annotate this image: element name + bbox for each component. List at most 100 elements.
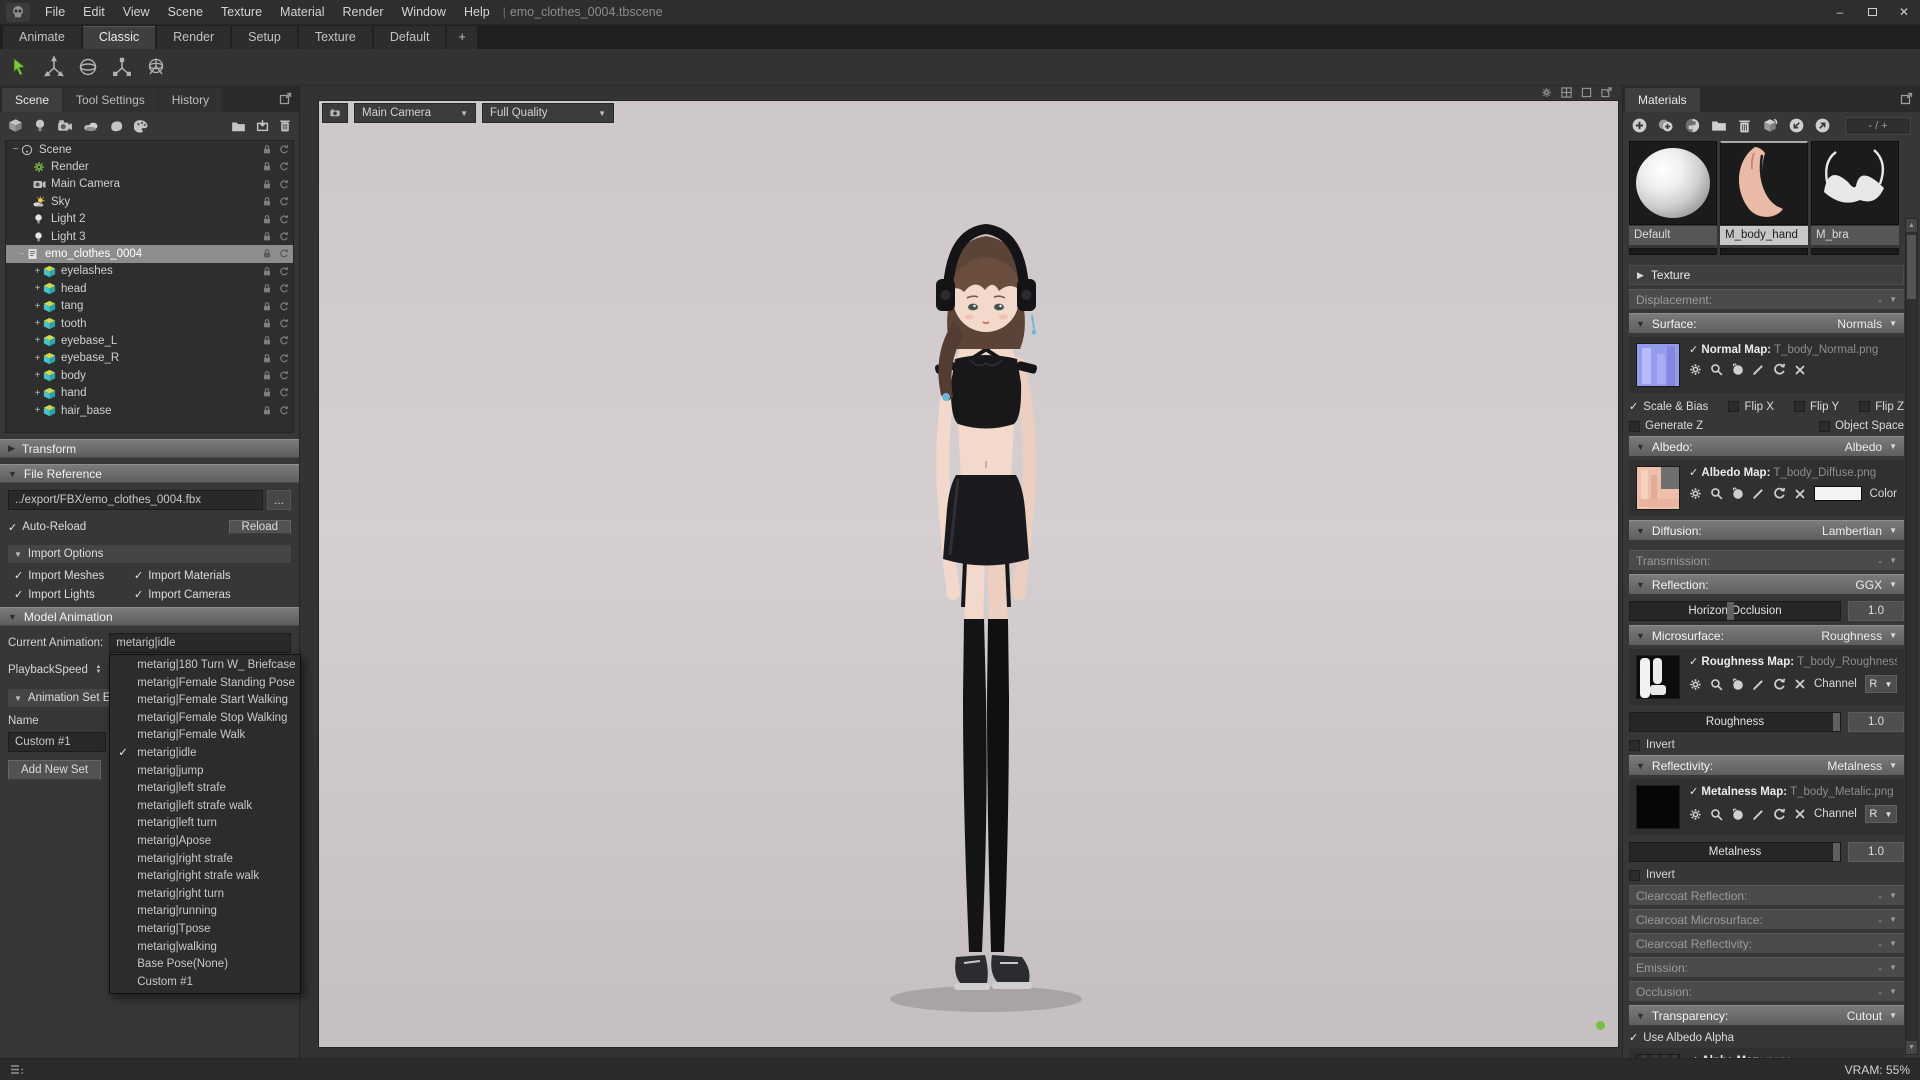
tree-item-render[interactable]: Render	[6, 158, 293, 175]
surface-mode-select[interactable]: Normals ▼	[1837, 317, 1897, 331]
map-reload-icon[interactable]	[1773, 678, 1786, 691]
tab-tool-settings[interactable]: Tool Settings	[63, 88, 158, 112]
import-lights-checkbox[interactable]: ✓ Import Lights	[14, 588, 134, 602]
albedo-mode-select[interactable]: Albedo ▼	[1845, 440, 1897, 454]
diffusion-mode-select[interactable]: Lambertian ▼	[1822, 524, 1897, 538]
add-shadow-catcher-icon[interactable]	[109, 119, 124, 133]
reflection-mode-select[interactable]: GGX ▼	[1855, 578, 1897, 592]
transparency-mode-select[interactable]: Cutout ▼	[1847, 1009, 1897, 1023]
reset-icon[interactable]	[279, 144, 289, 155]
menu-help[interactable]: Help	[455, 0, 499, 25]
animation-option[interactable]: metarig|Female Start Walking	[110, 692, 300, 710]
reset-icon[interactable]	[279, 353, 289, 364]
metalness-channel-select[interactable]: R ▼	[1864, 805, 1897, 823]
delete-icon[interactable]	[279, 119, 291, 132]
lock-icon[interactable]	[262, 318, 272, 329]
lock-icon[interactable]	[262, 353, 272, 364]
map-clear-icon[interactable]	[1794, 488, 1806, 500]
lock-icon[interactable]	[262, 231, 272, 242]
map-reload-icon[interactable]	[1773, 808, 1786, 821]
lock-icon[interactable]	[262, 335, 272, 346]
reload-button[interactable]: Reload	[228, 520, 291, 534]
microsurface-section-header[interactable]: ▼ Microsurface: Roughness ▼	[1629, 625, 1904, 645]
fbx-path-input[interactable]: ../export/FBX/emo_clothes_0004.fbx	[8, 490, 263, 510]
animation-option[interactable]: metarig|180 Turn W_ Briefcase	[110, 657, 300, 675]
map-search-icon[interactable]	[1710, 678, 1723, 691]
maximize-button[interactable]	[1856, 0, 1888, 25]
load-material-icon[interactable]	[1789, 118, 1804, 133]
occlusion-section-header[interactable]: Occlusion: - ▼	[1629, 981, 1904, 1001]
animation-option-selected[interactable]: ✓ metarig|idle	[110, 745, 300, 763]
tab-add-button[interactable]: +	[447, 26, 477, 49]
reset-icon[interactable]	[279, 370, 289, 381]
checker-material-icon[interactable]	[1685, 118, 1700, 133]
add-light-icon[interactable]	[33, 118, 47, 133]
clearcoat-microsurface-section-header[interactable]: Clearcoat Microsurface: - ▼	[1629, 909, 1904, 929]
reset-icon[interactable]	[279, 301, 289, 312]
tab-texture[interactable]: Texture	[298, 26, 372, 49]
tree-item-hair-base[interactable]: + hair_base	[6, 402, 293, 419]
viewport-settings-icon[interactable]	[1541, 87, 1552, 99]
status-menu-icon[interactable]	[10, 1064, 24, 1075]
lock-icon[interactable]	[262, 196, 272, 207]
map-edit-icon[interactable]	[1752, 678, 1765, 691]
scrollbar-thumb[interactable]	[1907, 235, 1916, 299]
tree-item-eyelashes[interactable]: + eyelashes	[6, 263, 293, 280]
minimize-button[interactable]: –	[1824, 0, 1856, 25]
map-settings-icon[interactable]	[1689, 808, 1702, 821]
roughness-slider[interactable]: Roughness	[1629, 712, 1841, 732]
add-mesh-icon[interactable]	[8, 118, 23, 133]
import-options-header[interactable]: ▼ Import Options	[8, 545, 291, 563]
tree-item-tang[interactable]: + tang	[6, 298, 293, 315]
flip-x-checkbox[interactable]: Flip X	[1728, 400, 1774, 413]
albedo-color-swatch[interactable]	[1814, 486, 1862, 501]
tree-item-hand[interactable]: + hand	[6, 384, 293, 401]
tree-item-body[interactable]: + body	[6, 367, 293, 384]
metalness-slider[interactable]: Metalness	[1629, 842, 1841, 862]
material-thumb-default[interactable]: Default	[1629, 141, 1717, 245]
reset-icon[interactable]	[279, 283, 289, 294]
object-space-checkbox[interactable]: Object Space	[1818, 420, 1904, 432]
reset-icon[interactable]	[279, 335, 289, 346]
map-settings-icon[interactable]	[1689, 487, 1702, 500]
reset-icon[interactable]	[279, 179, 289, 190]
file-reference-section-header[interactable]: ▼ File Reference	[0, 464, 299, 483]
tree-item-head[interactable]: + head	[6, 280, 293, 297]
horizon-occlusion-value[interactable]: 1.0	[1848, 601, 1904, 621]
menu-render[interactable]: Render	[334, 0, 393, 25]
texture-section-header[interactable]: ▶ Texture	[1629, 265, 1904, 285]
viewport-screenshot-icon[interactable]	[322, 103, 348, 123]
animation-option[interactable]: Base Pose(None)	[110, 956, 300, 974]
reset-icon[interactable]	[279, 248, 289, 259]
tree-item-emo-clothes-0004[interactable]: − emo_clothes_0004	[6, 245, 293, 263]
panel-popout-icon[interactable]	[279, 92, 292, 105]
material-counter[interactable]: - / +	[1845, 116, 1911, 135]
materials-scrollbar[interactable]: ▲ ▼	[1905, 218, 1918, 1055]
current-animation-select[interactable]: metarig|idle	[109, 633, 291, 653]
tree-item-scene-root[interactable]: − Scene	[6, 141, 293, 158]
metalness-map-thumbnail[interactable]	[1636, 785, 1680, 829]
lock-icon[interactable]	[262, 387, 272, 398]
map-settings-icon[interactable]	[1689, 363, 1702, 376]
map-reload-icon[interactable]	[1773, 487, 1786, 500]
tab-history[interactable]: History	[158, 88, 223, 112]
menu-file[interactable]: File	[36, 0, 74, 25]
quality-select[interactable]: Full Quality ▼	[482, 103, 614, 123]
animation-option[interactable]: metarig|right strafe walk	[110, 868, 300, 886]
emission-section-header[interactable]: Emission: - ▼	[1629, 957, 1904, 977]
animation-option[interactable]: metarig|left strafe walk	[110, 798, 300, 816]
close-button[interactable]: ✕	[1888, 0, 1920, 25]
panel-popout-icon[interactable]	[1900, 92, 1913, 105]
viewport-maximize-icon[interactable]	[1581, 87, 1592, 99]
add-material-icon[interactable]	[134, 119, 149, 133]
animation-option[interactable]: metarig|Female Standing Pose	[110, 675, 300, 693]
universal-tool-icon[interactable]	[141, 52, 171, 82]
surface-section-header[interactable]: ▼ Surface: Normals ▼	[1629, 313, 1904, 333]
character-model[interactable]	[836, 157, 1136, 1037]
menu-scene[interactable]: Scene	[159, 0, 212, 25]
auto-reload-checkbox[interactable]: ✓ Auto-Reload	[8, 521, 86, 534]
map-search-icon[interactable]	[1710, 808, 1723, 821]
material-thumb-m-bra[interactable]: M_bra	[1811, 141, 1899, 245]
tab-materials[interactable]: Materials	[1625, 88, 1700, 112]
reset-icon[interactable]	[279, 405, 289, 416]
